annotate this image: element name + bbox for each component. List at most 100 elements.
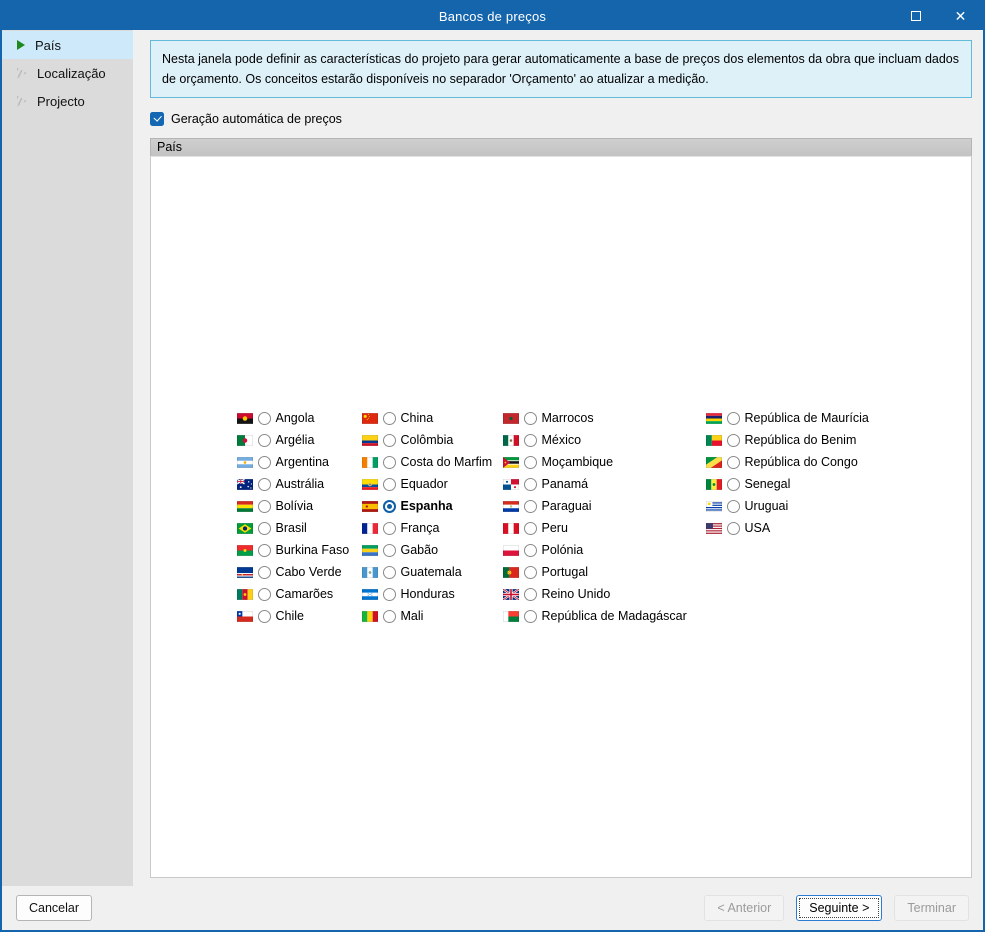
close-button[interactable]: ✕	[938, 2, 983, 30]
radio-portugal[interactable]	[523, 565, 537, 579]
country-option-camaroes[interactable]: Camarões	[236, 583, 349, 605]
country-label: Costa do Marfim	[400, 455, 493, 469]
radio-usa[interactable]	[726, 521, 740, 535]
country-option-china[interactable]: China	[361, 407, 490, 429]
sidebar-item-pais[interactable]: País	[2, 31, 133, 59]
country-label: Peru	[541, 521, 568, 535]
country-option-equador[interactable]: Equador	[361, 473, 490, 495]
country-option-honduras[interactable]: Honduras	[361, 583, 490, 605]
country-option-panama[interactable]: Panamá	[502, 473, 693, 495]
country-option-republica-do-congo[interactable]: República do Congo	[705, 451, 864, 473]
country-option-republica-de-mauricia[interactable]: República de Maurícia	[705, 407, 869, 429]
auto-price-generation-option[interactable]: Geração automática de preços	[150, 112, 972, 126]
country-option-burkina-faso[interactable]: Burkina Faso	[236, 539, 349, 561]
country-option-espanha[interactable]: Espanha	[361, 495, 490, 517]
country-option-portugal[interactable]: Portugal	[502, 561, 693, 583]
radio-mocambique[interactable]	[523, 455, 537, 469]
country-option-marrocos[interactable]: Marrocos	[502, 407, 693, 429]
country-option-chile[interactable]: Chile	[236, 605, 349, 627]
country-option-brasil[interactable]: Brasil	[236, 517, 349, 539]
country-label: República de Madagáscar	[541, 609, 687, 623]
camaroes-flag-icon	[236, 588, 253, 600]
radio-franca[interactable]	[382, 521, 396, 535]
radio-argelia[interactable]	[257, 433, 271, 447]
country-option-australia[interactable]: Austrália	[236, 473, 349, 495]
radio-republica-de-mauricia[interactable]	[726, 411, 740, 425]
country-option-polonia[interactable]: Polónia	[502, 539, 693, 561]
country-option-bolivia[interactable]: Bolívia	[236, 495, 349, 517]
radio-mexico[interactable]	[523, 433, 537, 447]
country-option-gabao[interactable]: Gabão	[361, 539, 490, 561]
country-option-republica-do-benim[interactable]: República do Benim	[705, 429, 864, 451]
country-option-guatemala[interactable]: Guatemala	[361, 561, 490, 583]
radio-argentina[interactable]	[257, 455, 271, 469]
country-option-paraguai[interactable]: Paraguai	[502, 495, 693, 517]
franca-flag-icon	[361, 522, 378, 534]
radio-equador[interactable]	[382, 477, 396, 491]
country-label: Mali	[400, 609, 424, 623]
country-label: Angola	[275, 411, 315, 425]
country-option-cabo-verde[interactable]: Cabo Verde	[236, 561, 349, 583]
maximize-button[interactable]	[893, 2, 938, 30]
country-option-colombia[interactable]: Colômbia	[361, 429, 490, 451]
country-option-peru[interactable]: Peru	[502, 517, 693, 539]
current-step-arrow-icon	[17, 40, 25, 50]
country-option-angola[interactable]: Angola	[236, 407, 349, 429]
radio-china[interactable]	[382, 411, 396, 425]
radio-reino-unido[interactable]	[523, 587, 537, 601]
radio-republica-do-benim[interactable]	[726, 433, 740, 447]
radio-cabo-verde[interactable]	[257, 565, 271, 579]
sidebar-item-localizacao[interactable]: Localização	[2, 59, 133, 87]
country-option-franca[interactable]: França	[361, 517, 490, 539]
costa-do-marfim-flag-icon	[361, 456, 378, 468]
cancel-button[interactable]: Cancelar	[16, 895, 93, 921]
wizard-content: Nesta janela pode definir as característ…	[133, 30, 983, 886]
country-option-usa[interactable]: USA	[705, 517, 864, 539]
country-option-argentina[interactable]: Argentina	[236, 451, 349, 473]
country-option-mexico[interactable]: México	[502, 429, 693, 451]
country-label: China	[400, 411, 434, 425]
radio-costa-do-marfim[interactable]	[382, 455, 396, 469]
radio-polonia[interactable]	[523, 543, 537, 557]
country-option-mali[interactable]: Mali	[361, 605, 490, 627]
country-option-republica-de-madagascar[interactable]: República de Madagáscar	[502, 605, 693, 627]
country-option-mocambique[interactable]: Moçambique	[502, 451, 693, 473]
radio-angola[interactable]	[257, 411, 271, 425]
radio-brasil[interactable]	[257, 521, 271, 535]
country-option-uruguai[interactable]: Uruguai	[705, 495, 864, 517]
radio-camaroes[interactable]	[257, 587, 271, 601]
radio-senegal[interactable]	[726, 477, 740, 491]
radio-paraguai[interactable]	[523, 499, 537, 513]
radio-panama[interactable]	[523, 477, 537, 491]
radio-honduras[interactable]	[382, 587, 396, 601]
selected-radio-espanha[interactable]	[382, 499, 396, 513]
country-option-reino-unido[interactable]: Reino Unido	[502, 583, 693, 605]
country-column: República de Maurícia República do Benim R…	[705, 407, 869, 539]
price-banks-dialog: Bancos de preços ✕ País Localização Proj…	[0, 0, 985, 932]
radio-uruguai[interactable]	[726, 499, 740, 513]
radio-republica-do-congo[interactable]	[726, 455, 740, 469]
radio-bolivia[interactable]	[257, 499, 271, 513]
radio-marrocos[interactable]	[523, 411, 537, 425]
country-label: Camarões	[275, 587, 334, 601]
radio-peru[interactable]	[523, 521, 537, 535]
country-label: Brasil	[275, 521, 307, 535]
country-option-argelia[interactable]: Argélia	[236, 429, 349, 451]
radio-colombia[interactable]	[382, 433, 396, 447]
checked-checkbox-icon[interactable]	[150, 112, 164, 126]
country-option-senegal[interactable]: Senegal	[705, 473, 864, 495]
country-label: Colômbia	[400, 433, 454, 447]
radio-australia[interactable]	[257, 477, 271, 491]
sidebar-item-projecto[interactable]: Projecto	[2, 87, 133, 115]
radio-burkina-faso[interactable]	[257, 543, 271, 557]
country-option-costa-do-marfim[interactable]: Costa do Marfim	[361, 451, 493, 473]
radio-guatemala[interactable]	[382, 565, 396, 579]
radio-gabao[interactable]	[382, 543, 396, 557]
republica-de-mauricia-flag-icon	[705, 412, 722, 424]
angola-flag-icon	[236, 412, 253, 424]
senegal-flag-icon	[705, 478, 722, 490]
radio-republica-de-madagascar[interactable]	[523, 609, 537, 623]
radio-chile[interactable]	[257, 609, 271, 623]
radio-mali[interactable]	[382, 609, 396, 623]
next-button[interactable]: Seguinte >	[796, 895, 883, 921]
